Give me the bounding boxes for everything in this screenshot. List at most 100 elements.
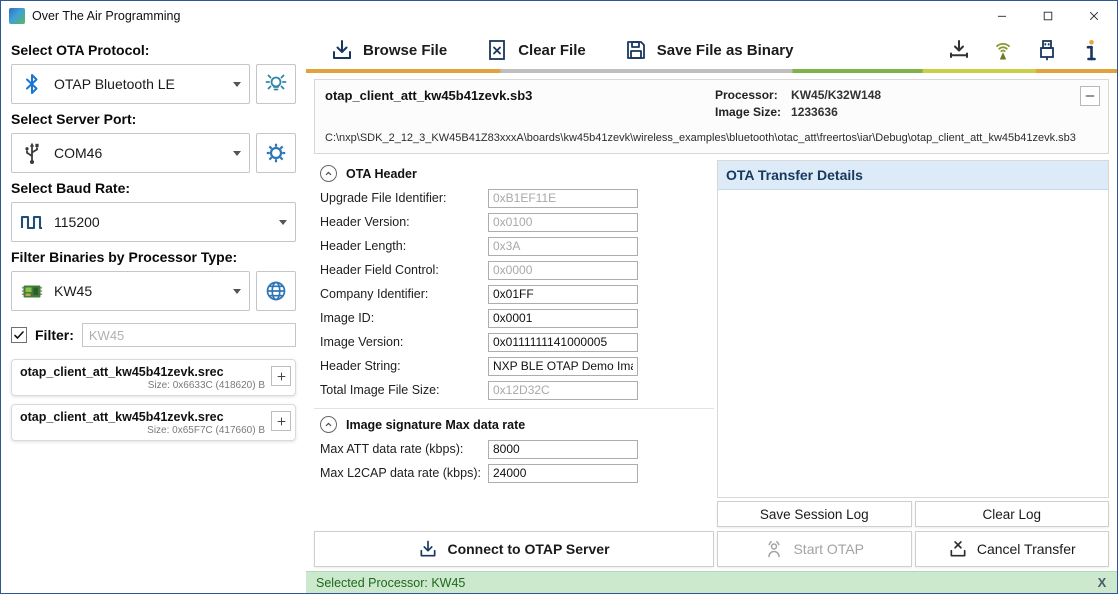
signature-section-header[interactable]: Image signature Max data rate	[314, 411, 714, 437]
collapse-chevron-icon[interactable]	[320, 416, 337, 433]
processor-browse-button[interactable]	[256, 271, 296, 311]
filter-input[interactable]	[82, 323, 296, 347]
main-area: Browse File Clear File Save File as Bina…	[306, 31, 1117, 593]
start-otap-label: Start OTAP	[793, 541, 864, 557]
protocol-hint-button[interactable]	[256, 64, 296, 104]
transfer-details-title: OTA Transfer Details	[718, 161, 1108, 190]
connect-label: Connect to OTAP Server	[447, 541, 609, 557]
start-otap-button: Start OTAP	[717, 531, 912, 567]
header-version-input	[488, 213, 638, 232]
processor-value: KW45	[54, 283, 92, 299]
cancel-transfer-label: Cancel Transfer	[977, 541, 1076, 557]
clear-log-button[interactable]: Clear Log	[915, 501, 1110, 527]
baud-label: Select Baud Rate:	[11, 180, 296, 196]
connect-otap-server-button[interactable]: Connect to OTAP Server	[314, 531, 714, 567]
field-label: Header Field Control:	[320, 263, 488, 277]
processor-filter-label: Filter Binaries by Processor Type:	[11, 249, 296, 265]
file-info-panel: otap_client_att_kw45b41zevk.sb3 Processo…	[314, 79, 1109, 154]
add-binary-button[interactable]	[271, 366, 291, 386]
field-row: Image ID:	[314, 306, 714, 330]
browse-file-button[interactable]: Browse File	[314, 31, 463, 69]
field-row: Total Image File Size:	[314, 378, 714, 402]
header-string-input[interactable]	[488, 357, 638, 376]
binary-size: Size: 0x6633C (418620) B	[20, 380, 265, 391]
protocol-dropdown[interactable]: OTAP Bluetooth LE	[11, 64, 250, 104]
baud-dropdown[interactable]: 115200	[11, 202, 296, 242]
app-window: Over The Air Programming Select OTA Prot…	[0, 0, 1118, 594]
protocol-label: Select OTA Protocol:	[11, 42, 296, 58]
plus-icon	[276, 371, 287, 382]
collapse-file-panel-button[interactable]	[1080, 86, 1100, 106]
max-att-rate-input[interactable]	[488, 440, 638, 459]
collapse-chevron-icon[interactable]	[320, 165, 337, 182]
image-version-input[interactable]	[488, 333, 638, 352]
binary-list-item[interactable]: otap_client_att_kw45b41zevk.srec Size: 0…	[11, 359, 296, 396]
binary-size: Size: 0x65F7C (417660) B	[20, 425, 265, 436]
status-close-button[interactable]: X	[1093, 574, 1111, 592]
field-row: Company Identifier:	[314, 282, 714, 306]
status-text: Selected Processor: KW45	[316, 576, 465, 590]
transfer-log-area	[718, 190, 1108, 497]
usb-status-icon[interactable]	[1035, 38, 1059, 62]
save-file-icon	[624, 38, 648, 62]
port-dropdown[interactable]: COM46	[11, 133, 250, 173]
binary-list-item[interactable]: otap_client_att_kw45b41zevk.srec Size: 0…	[11, 404, 296, 441]
header-length-input	[488, 237, 638, 256]
chevron-down-icon	[279, 220, 287, 225]
binary-name: otap_client_att_kw45b41zevk.srec	[20, 365, 265, 379]
company-identifier-input[interactable]	[488, 285, 638, 304]
processor-dropdown[interactable]: KW45	[11, 271, 250, 311]
field-label: Total Image File Size:	[320, 383, 488, 397]
field-row: Header Length:	[314, 234, 714, 258]
transfer-column: OTA Transfer Details Save Session Log Cl…	[717, 160, 1109, 527]
minimize-button[interactable]	[979, 1, 1025, 31]
ota-transfer-panel: OTA Transfer Details	[717, 160, 1109, 498]
image-id-input[interactable]	[488, 309, 638, 328]
connect-icon	[418, 539, 438, 559]
cancel-transfer-button[interactable]: Cancel Transfer	[915, 531, 1110, 567]
header-field-control-input	[488, 261, 638, 280]
field-label: Image ID:	[320, 311, 488, 325]
clear-file-button[interactable]: Clear File	[469, 31, 602, 69]
processor-meta-value: KW45/K32W148	[791, 88, 881, 102]
wireless-status-icon[interactable]	[991, 38, 1015, 62]
browse-file-icon	[330, 38, 354, 62]
save-session-log-button[interactable]: Save Session Log	[717, 501, 912, 527]
add-binary-button[interactable]	[271, 411, 291, 431]
action-bar: Connect to OTAP Server Start OTAP Cancel…	[314, 531, 1109, 567]
plus-icon	[276, 416, 287, 427]
max-l2cap-rate-input[interactable]	[488, 464, 638, 483]
image-size-value: 1233636	[791, 105, 881, 119]
toolbar-separator	[306, 69, 1117, 73]
chip-icon	[20, 279, 44, 303]
binary-list: otap_client_att_kw45b41zevk.srec Size: 0…	[11, 359, 296, 441]
usb-icon	[20, 141, 44, 165]
clear-file-icon	[485, 38, 509, 62]
upgrade-file-identifier-input	[488, 189, 638, 208]
browse-file-label: Browse File	[363, 42, 447, 59]
minus-icon	[1084, 90, 1096, 102]
ota-header-title: OTA Header	[346, 167, 417, 181]
ota-header-section-header[interactable]: OTA Header	[314, 160, 714, 186]
save-binary-button[interactable]: Save File as Binary	[608, 31, 810, 69]
filter-checkbox[interactable]	[11, 327, 27, 343]
image-size-label: Image Size:	[715, 105, 781, 119]
binary-name: otap_client_att_kw45b41zevk.srec	[20, 410, 265, 424]
download-status-icon[interactable]	[947, 38, 971, 62]
port-settings-button[interactable]	[256, 133, 296, 173]
field-row: Header Version:	[314, 210, 714, 234]
info-icon[interactable]	[1079, 38, 1103, 62]
total-image-file-size-input	[488, 381, 638, 400]
field-label: Company Identifier:	[320, 287, 488, 301]
save-binary-label: Save File as Binary	[657, 42, 794, 59]
gear-icon	[264, 141, 288, 165]
clear-file-label: Clear File	[518, 42, 586, 59]
baud-value: 115200	[54, 214, 100, 230]
field-row: Max ATT data rate (kbps):	[314, 437, 714, 461]
close-button[interactable]	[1071, 1, 1117, 31]
section-divider	[314, 408, 714, 409]
maximize-button[interactable]	[1025, 1, 1071, 31]
chevron-down-icon	[233, 82, 241, 87]
chevron-down-icon	[233, 289, 241, 294]
protocol-value: OTAP Bluetooth LE	[54, 76, 175, 92]
